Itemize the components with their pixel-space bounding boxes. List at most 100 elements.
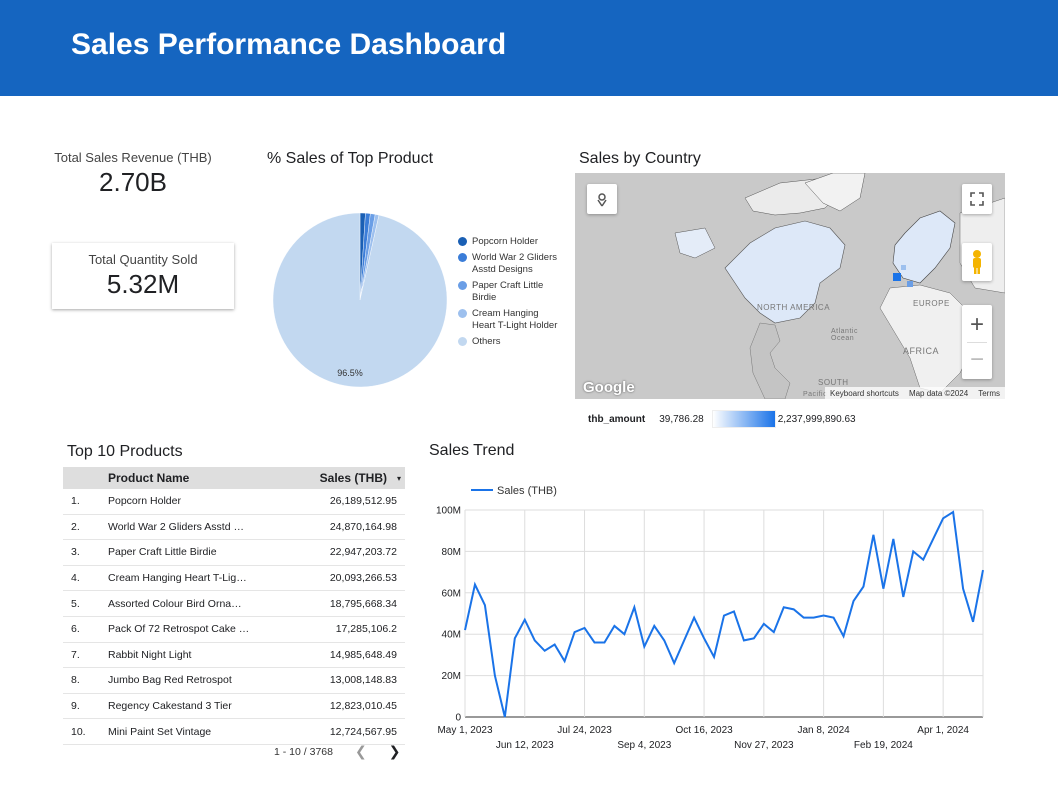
legend-item[interactable]: Popcorn Holder <box>458 236 558 248</box>
map-label-south: SOUTH <box>818 378 849 387</box>
row-index: 3. <box>71 546 80 559</box>
kpi-quantity-value: 5.32M <box>106 269 180 299</box>
map-data-attribution: Map data ©2024 <box>908 388 969 398</box>
kpi-revenue-label: Total Sales Revenue (THB) <box>54 150 212 165</box>
row-product-name: Cream Hanging Heart T-Lig… <box>108 572 247 585</box>
row-index: 7. <box>71 648 80 661</box>
x-tick-label: May 1, 2023 <box>437 725 492 736</box>
sales-trend-chart[interactable]: 0 20M 40M 60M 80M 100M May 1, 2023 Jun 12, 2023… <box>425 475 995 755</box>
map-fullscreen-button[interactable] <box>962 184 992 214</box>
row-product-name: Popcorn Holder <box>108 495 181 508</box>
row-sales-value: 12,823,010.45 <box>329 700 397 713</box>
x-tick-label: Jan 8, 2024 <box>797 725 850 736</box>
y-tick-label: 60M <box>442 588 461 599</box>
fullscreen-icon <box>970 192 984 206</box>
table-pagination: 1 - 10 / 3768 ❮ ❯ <box>274 743 400 760</box>
y-tick-label: 80M <box>442 547 461 558</box>
legend-label: Paper Craft Little Birdie <box>472 280 544 303</box>
legend-swatch <box>458 309 467 318</box>
x-tick-label: Apr 1, 2024 <box>917 725 969 736</box>
table-row[interactable]: 4. Cream Hanging Heart T-Lig… 20,093,266.5… <box>63 566 405 592</box>
keyboard-shortcuts-link[interactable]: Keyboard shortcuts <box>830 389 899 398</box>
scale-gradient-bar <box>711 410 776 428</box>
row-product-name: Mini Paint Set Vintage <box>108 725 212 738</box>
legend-swatch <box>458 337 467 346</box>
y-tick-label: 40M <box>442 630 461 641</box>
x-tick-label: Sep 4, 2023 <box>617 740 671 751</box>
x-tick-label: Jul 24, 2023 <box>557 725 612 736</box>
map-label-pacific: Pacific <box>803 391 828 398</box>
kpi-quantity-label: Total Quantity Sold <box>88 252 198 267</box>
row-index: 10. <box>71 725 86 738</box>
table-row[interactable]: 10. Mini Paint Set Vintage 12,724,567.95 <box>63 719 405 745</box>
sort-desc-icon[interactable]: ▾ <box>397 474 401 483</box>
row-index: 5. <box>71 597 80 610</box>
table-row[interactable]: 1. Popcorn Holder 26,189,512.95 <box>63 489 405 515</box>
x-tick-label: Feb 19, 2024 <box>854 740 913 751</box>
map-label-africa: AFRICA <box>903 346 940 356</box>
row-index: 6. <box>71 623 80 636</box>
map-footer: Keyboard shortcuts Map data ©2024 Terms <box>825 387 1005 399</box>
legend-swatch <box>458 237 467 246</box>
row-sales-value: 13,008,148.83 <box>329 674 397 687</box>
line-legend-label: Sales (THB) <box>497 485 557 497</box>
x-tick-label: Jun 12, 2023 <box>496 740 554 751</box>
table-row[interactable]: 3. Paper Craft Little Birdie 22,947,203.72 <box>63 540 405 566</box>
row-sales-value: 26,189,512.95 <box>329 495 397 508</box>
page-title: Sales Performance Dashboard <box>71 28 507 61</box>
terms-link[interactable]: Terms <box>978 389 1000 398</box>
pie-chart-title: % Sales of Top Product <box>267 150 434 167</box>
map-street-view-button[interactable] <box>962 243 992 281</box>
pagination-range: 1 - 10 / 3768 <box>274 745 333 758</box>
table-title: Top 10 Products <box>67 443 183 460</box>
legend-item[interactable]: Paper Craft Little Birdie <box>458 280 558 304</box>
sales-series-line[interactable] <box>464 510 984 718</box>
legend-swatch <box>458 253 467 262</box>
pie-slice[interactable] <box>272 212 448 388</box>
row-sales-value: 12,724,567.95 <box>329 725 397 738</box>
row-product-name: Regency Cakestand 3 Tier <box>108 700 232 713</box>
legend-label: World War 2 Gliders Asstd Designs <box>472 252 557 275</box>
next-page-icon[interactable]: ❯ <box>389 743 401 760</box>
legend-item[interactable]: Cream Hanging Heart T-Light Holder <box>458 308 558 332</box>
row-index: 1. <box>71 495 80 508</box>
row-product-name: Assorted Colour Bird Orna… <box>108 597 242 610</box>
map-zoom-control[interactable]: + − <box>962 305 992 379</box>
pegman-icon <box>973 250 981 274</box>
legend-label: Others <box>472 336 501 347</box>
header-bar: Sales Performance Dashboard <box>0 0 1058 96</box>
row-index: 2. <box>71 520 80 533</box>
scale-metric-label: thb_amount <box>588 413 646 425</box>
prev-page-icon[interactable]: ❮ <box>355 743 367 760</box>
row-sales-value: 17,285,106.2 <box>335 623 397 636</box>
zoom-out-icon[interactable]: − <box>970 343 984 377</box>
table-row[interactable]: 2. World War 2 Gliders Asstd … 24,870,164.… <box>63 515 405 541</box>
table-row[interactable]: 8. Jumbo Bag Red Retrospot 13,008,148.83 <box>63 668 405 694</box>
map-land <box>674 173 1005 399</box>
row-product-name: Rabbit Night Light <box>108 648 192 661</box>
table-row[interactable]: 9. Regency Cakestand 3 Tier 12,823,010.45 <box>63 694 405 720</box>
kpi-revenue-value: 2.70B <box>99 167 167 197</box>
sales-map[interactable]: NORTH AMERICA AFRICA EUROPE SOUTH Atlant… <box>575 173 1005 399</box>
map-locate-button[interactable] <box>587 184 617 214</box>
column-header-sales[interactable]: Sales (THB) <box>298 471 405 485</box>
table-row[interactable]: 7. Rabbit Night Light 14,985,648.49 <box>63 643 405 669</box>
row-sales-value: 22,947,203.72 <box>329 546 397 559</box>
x-tick-label: Oct 16, 2023 <box>675 725 733 736</box>
table-row[interactable]: 6. Pack Of 72 Retrospot Cake … 17,285,106.… <box>63 617 405 643</box>
legend-item[interactable]: World War 2 Gliders Asstd Designs <box>458 252 558 276</box>
kpi-total-quantity: Total Quantity Sold 5.32M <box>52 243 234 309</box>
legend-label: Popcorn Holder <box>472 236 539 247</box>
legend-item[interactable]: Others <box>458 336 558 348</box>
zoom-in-icon[interactable]: + <box>970 308 984 342</box>
table-header: Product Name Sales (THB) ▾ <box>63 467 405 489</box>
column-header-product[interactable]: Product Name <box>108 471 298 485</box>
table-row[interactable]: 5. Assorted Colour Bird Orna… 18,795,668.3… <box>63 591 405 617</box>
kpi-total-revenue: Total Sales Revenue (THB) 2.70B <box>48 150 218 198</box>
location-pin-icon <box>597 193 607 207</box>
row-sales-value: 20,093,266.53 <box>329 572 397 585</box>
row-product-name: Paper Craft Little Birdie <box>108 546 217 559</box>
pie-chart[interactable]: 96.5% <box>265 205 455 395</box>
pie-slice-label: 96.5% <box>337 368 363 378</box>
map-title: Sales by Country <box>579 150 701 167</box>
